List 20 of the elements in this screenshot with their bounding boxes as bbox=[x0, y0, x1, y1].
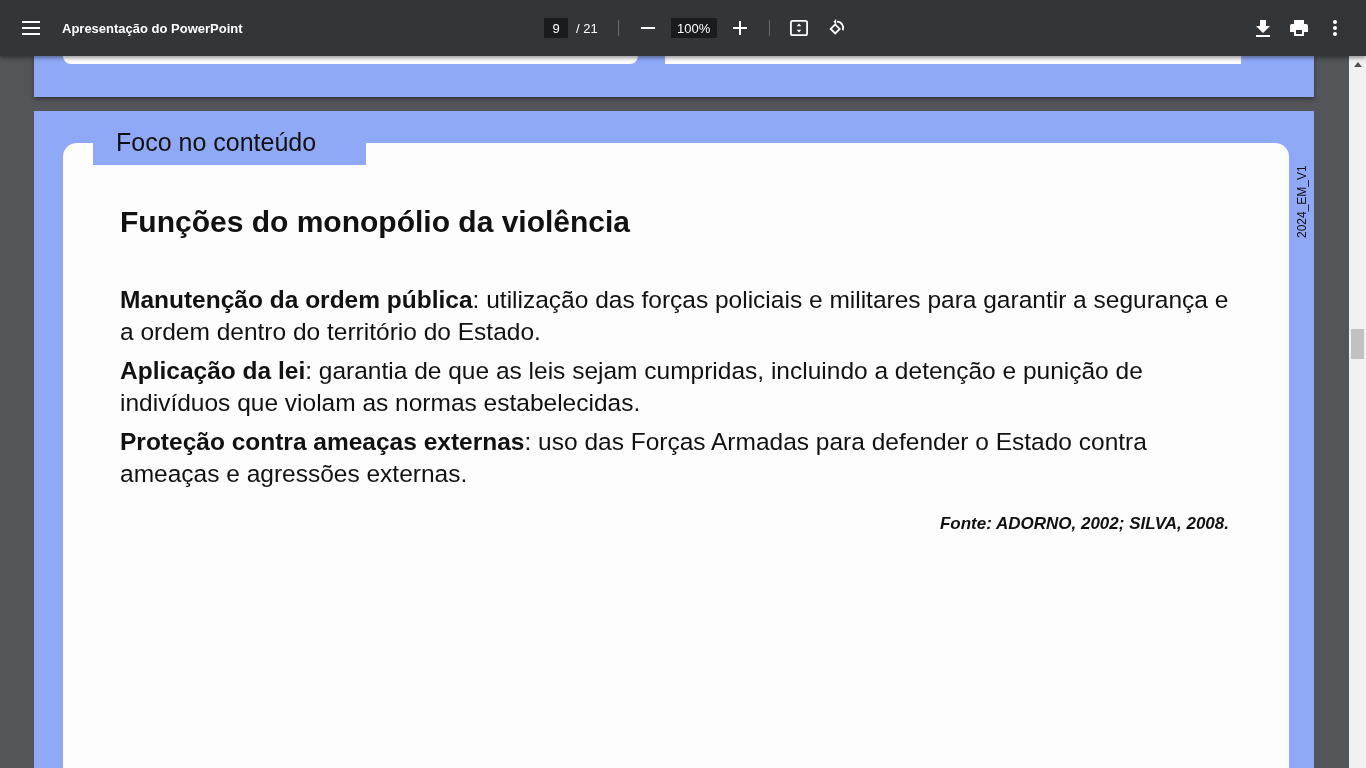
zoom-field[interactable]: 100% bbox=[670, 18, 717, 38]
document-title: Apresentação do PowerPoint bbox=[62, 20, 243, 36]
paragraph: Proteção contra ameaças externas: uso das Forças Armadas para defender o Estado contra ameaças e agressões externas. bbox=[120, 427, 1148, 489]
plus-icon bbox=[732, 21, 747, 35]
page-number-field[interactable]: 9 bbox=[544, 18, 568, 38]
more-icon bbox=[1333, 20, 1337, 36]
paragraph: Manutenção da ordem pública: utilização das forças policiais e militares para garantir a segurança e a ordem dentro do território do Estado. bbox=[120, 285, 1229, 347]
scrollbar[interactable] bbox=[1349, 56, 1366, 768]
menu-icon bbox=[22, 21, 40, 35]
paragraph: Aplicação da lei: garantia de que as leis sejam cumpridas, incluindo a detenção e punição de indivíduos que violam as normas estabelecidas. bbox=[120, 356, 1144, 418]
page-count: / 21 bbox=[576, 20, 598, 36]
download-icon bbox=[1256, 19, 1270, 37]
scroll-up-icon[interactable] bbox=[1353, 62, 1362, 67]
minus-icon bbox=[640, 27, 655, 29]
source-note: Fonte: ADORNO, 2002; SILVA, 2008. bbox=[938, 514, 1229, 534]
scrollbar-thumb[interactable] bbox=[1351, 329, 1364, 359]
print-icon bbox=[1290, 20, 1308, 36]
slide-title: Funções do monopólio da violência bbox=[120, 205, 632, 239]
fit-page-icon bbox=[789, 19, 808, 37]
slide-code: 2024_EM_V1 bbox=[1294, 164, 1309, 238]
